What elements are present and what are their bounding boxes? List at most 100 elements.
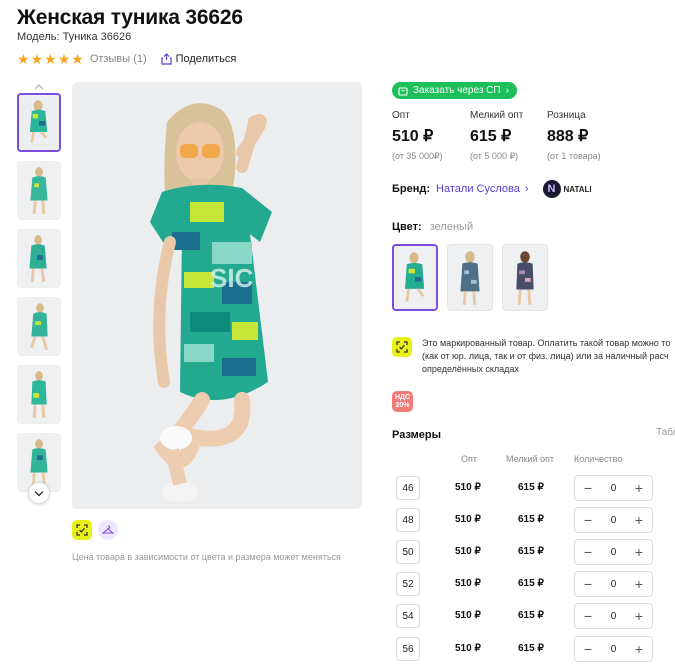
price-retail: Розница 888 ₽ (от 1 товара) [547,110,601,161]
quantity-input[interactable]: 0 [611,515,617,526]
color-swatch[interactable] [502,244,548,311]
image-badges [72,520,118,540]
opt-price: 510 ₽ [455,578,481,589]
quantity-input[interactable]: 0 [611,579,617,590]
size-row: 50 510 ₽ 615 ₽ − 0 + [392,539,675,565]
opt-price: 510 ₽ [455,514,481,525]
size-table-link[interactable]: Табл [656,427,675,438]
brand-link[interactable]: Натали Суслова [436,183,520,195]
chevron-up-icon[interactable] [31,82,47,92]
chevron-right-icon: › [524,183,529,195]
marking-icon [76,524,88,536]
price-label: Розница [547,110,586,121]
opt-price: 510 ₽ [455,643,481,654]
thumbnail[interactable] [17,365,61,424]
plus-button[interactable]: + [632,513,646,527]
marking-line: Это маркированный товар. Оплатить такой … [422,338,671,348]
marking-badge[interactable] [72,520,92,540]
thumbnail[interactable] [17,93,61,152]
chevron-right-icon: › [505,85,509,96]
nds-label: НДС [394,394,411,401]
price-value: 510 ₽ [392,128,434,145]
minus-button[interactable]: − [581,481,595,495]
color-swatch[interactable] [392,244,438,311]
thumbnail[interactable] [17,161,61,220]
scroll-down-button[interactable] [28,482,50,504]
product-model: Модель: Туника 36626 [17,31,132,43]
col-header-opt: Опт [461,454,477,464]
marking-line: (как от юр. лица, так и от физ. лица) ил… [422,351,669,361]
price-label: Опт [392,110,410,121]
size-value: 50 [396,540,420,564]
svg-text:SIC: SIC [210,263,254,293]
quantity-input[interactable]: 0 [611,547,617,558]
quantity-input[interactable]: 0 [611,611,617,622]
size-row: 54 510 ₽ 615 ₽ − 0 + [392,603,675,629]
brand-row: Бренд: Натали Суслова › N NATALI [392,180,592,198]
size-row: 52 510 ₽ 615 ₽ − 0 + [392,571,675,597]
share-label: Поделиться [175,53,237,65]
minus-button[interactable]: − [581,609,595,623]
plus-button[interactable]: + [632,642,646,656]
opt-price: 510 ₽ [455,482,481,493]
quantity-stepper: − 0 + [574,539,653,565]
plus-button[interactable]: + [632,545,646,559]
hanger-icon [102,525,114,534]
price-value: 615 ₽ [470,128,512,145]
sizes-title: Размеры [392,429,442,441]
star-icon: ★ [30,51,44,67]
plus-button[interactable]: + [632,609,646,623]
size-value: 48 [396,508,420,532]
small-opt-price: 615 ₽ [518,514,544,525]
star-icon: ★ [57,51,71,67]
color-value: зеленый [429,221,474,233]
minus-button[interactable]: − [581,577,595,591]
price-condition: (от 1 товара) [547,151,601,161]
price-opt: Опт 510 ₽ (от 35 000₽) [392,110,443,162]
price-condition: (от 35 000₽) [392,151,443,161]
thumbnail[interactable] [17,229,61,288]
thumbnail[interactable] [17,297,61,356]
color-swatches [392,244,548,311]
rating-row: ★ ★ ★ ★ ★ Отзывы (1) Поделиться [17,52,236,66]
order-sp-button[interactable]: Заказать через СП › [392,82,517,99]
small-opt-price: 615 ₽ [518,610,544,621]
share-icon [161,53,172,65]
ramp-badge[interactable] [98,520,118,540]
rating-stars: ★ ★ ★ ★ ★ [17,52,84,66]
col-header-small-opt: Мелкий опт [506,454,555,464]
thumbnail-list [17,93,61,501]
marking-info: Это маркированный товар. Оплатить такой … [392,337,675,376]
main-product-image[interactable]: SIC [72,82,362,509]
plus-button[interactable]: + [632,577,646,591]
size-row: 56 510 ₽ 615 ₽ − 0 + [392,636,675,662]
star-icon: ★ [17,51,30,67]
chevron-down-icon [34,490,44,496]
size-row: 48 510 ₽ 615 ₽ − 0 + [392,507,675,533]
order-sp-label: Заказать через СП [413,85,501,96]
minus-button[interactable]: − [581,545,595,559]
reviews-link[interactable]: Отзывы (1) [90,53,147,65]
cart-icon [398,86,408,96]
minus-button[interactable]: − [581,513,595,527]
price-value: 888 ₽ [547,128,589,145]
star-icon: ★ [44,51,57,67]
share-button[interactable]: Поделиться [161,53,237,65]
price-note: Цена товара в зависимости от цвета и раз… [72,552,341,562]
quantity-input[interactable]: 0 [611,483,617,494]
minus-button[interactable]: − [581,642,595,656]
nds-badge: НДС 20% [392,391,413,412]
plus-button[interactable]: + [632,481,646,495]
nds-rate: 20% [395,402,410,409]
quantity-stepper: − 0 + [574,507,653,533]
quantity-input[interactable]: 0 [611,644,617,655]
quantity-stepper: − 0 + [574,603,653,629]
marking-line: определённых складах [422,364,519,374]
size-row: 46 510 ₽ 615 ₽ − 0 + [392,475,675,501]
marking-icon [392,337,412,357]
small-opt-price: 615 ₽ [518,643,544,654]
color-swatch[interactable] [447,244,493,311]
col-header-qty: Количество [574,454,623,464]
brand-logo[interactable]: N NATALI [542,180,592,198]
small-opt-price: 615 ₽ [518,546,544,557]
